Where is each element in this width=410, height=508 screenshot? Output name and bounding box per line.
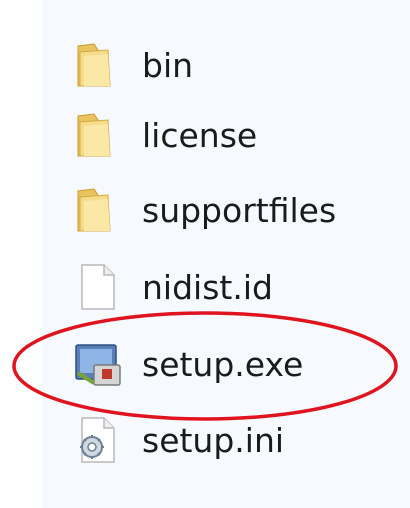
item-label: nidist.id xyxy=(142,267,273,307)
list-item-license[interactable]: license xyxy=(72,105,392,165)
item-label: bin xyxy=(142,45,194,85)
item-label: setup.ini xyxy=(142,420,285,460)
list-item-setup-exe[interactable]: setup.exe xyxy=(72,334,392,394)
list-item-setup-ini[interactable]: setup.ini xyxy=(72,410,392,470)
folder-icon xyxy=(72,182,128,238)
item-label: license xyxy=(142,115,258,155)
settings-file-icon xyxy=(72,412,128,468)
list-item-supportfiles[interactable]: supportfiles xyxy=(72,180,392,240)
folder-icon xyxy=(72,37,128,93)
folder-icon xyxy=(72,107,128,163)
installer-icon xyxy=(72,336,128,392)
item-label: setup.exe xyxy=(142,344,304,384)
blank-file-icon xyxy=(72,259,128,315)
file-list: bin license supportfiles nidist.id setup… xyxy=(0,0,410,508)
list-item-bin[interactable]: bin xyxy=(72,35,392,95)
item-label: supportfiles xyxy=(142,190,337,230)
list-item-nidist-id[interactable]: nidist.id xyxy=(72,257,392,317)
